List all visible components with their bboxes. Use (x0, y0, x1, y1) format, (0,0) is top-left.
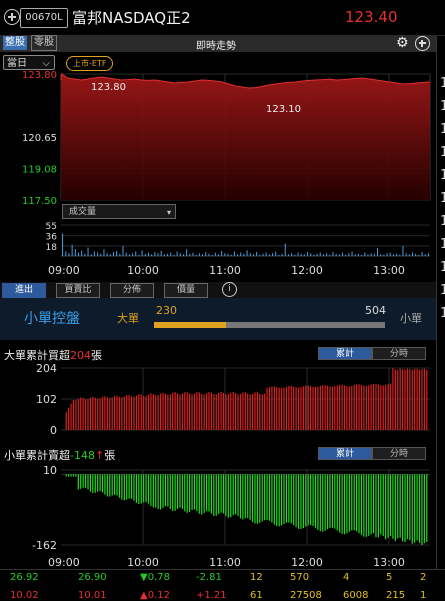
time-tick: 13:00 (373, 556, 405, 569)
time-tick: 11:00 (209, 264, 241, 277)
indicator-select[interactable]: 成交量 ▾ (62, 204, 176, 219)
quote-cell: 27508 (290, 590, 322, 601)
small-order-bars (65, 474, 428, 545)
quote-cell: 5 (386, 572, 393, 583)
edge-digit: 1 (440, 191, 445, 206)
quote-cell: 2 (420, 572, 427, 583)
quote-cell: 6008 (343, 590, 369, 601)
small-y-tick: 10 (43, 464, 57, 477)
analysis-tab-bar: 進出 買賣比 分佈 價量 i (0, 282, 445, 298)
quote-cell: 10.02 (10, 590, 39, 601)
small-order-y-ticks: 10 -162 (32, 464, 57, 552)
time-axis-bottom: 09:00 10:00 11:00 12:00 13:00 (48, 556, 405, 569)
small-y-tick: -162 (32, 539, 57, 552)
quote-cell: 26.90 (78, 572, 107, 583)
time-tick: 11:00 (209, 556, 241, 569)
edge-digit: 1 (440, 214, 445, 229)
quote-cell: ▼0.78 (140, 572, 170, 583)
edge-digit: 1 (440, 122, 445, 137)
volume-y-tick: 55 (46, 222, 57, 232)
chevron-down-icon: ▾ (166, 208, 171, 217)
tab-distribution[interactable]: 分佈 (110, 283, 154, 298)
edge-digit: 1 (440, 168, 445, 183)
tab-flow[interactable]: 進出 (2, 283, 46, 298)
time-tick: 10:00 (127, 556, 159, 569)
edge-digit: 1 (440, 76, 445, 91)
time-tick: 12:00 (291, 264, 323, 277)
tab-price-volume[interactable]: 價量 (164, 283, 208, 298)
small-order-title-text: 小單累計賣超 (4, 449, 70, 462)
ratio-bar-fill (154, 322, 227, 328)
small-order-title-unit: 張 (104, 449, 116, 462)
quote-cell: ▲0.12 (140, 590, 170, 601)
small-order-value: 504 (365, 304, 386, 317)
volume-bars (62, 233, 429, 256)
quote-cell: -2.81 (196, 572, 222, 583)
big-seg-cumulative[interactable]: 累計 (318, 347, 372, 360)
small-seg-cumulative[interactable]: 累計 (318, 447, 372, 460)
quote-cell: 12 (250, 572, 263, 583)
big-y-tick: 204 (36, 362, 57, 375)
edge-digit: 1 (440, 99, 445, 114)
edge-digit: 1 (440, 237, 445, 252)
quote-list: 26.92 26.90 ▼0.78 -2.81 12 570 4 5 2 10.02 10.01 ▲0… (0, 569, 445, 601)
indicator-select-value: 成交量 (69, 207, 97, 217)
small-seg-minute[interactable]: 分時 (372, 447, 426, 460)
small-order-label: 小單 (400, 312, 422, 325)
time-tick: 10:00 (127, 264, 159, 277)
small-order-title-value: -148 (70, 449, 95, 462)
price-y-tick: 119.08 (22, 164, 57, 175)
low-price-label: 123.10 (266, 104, 301, 115)
big-order-chart: 204 102 0 (36, 362, 430, 437)
small-order-chart: 10 -162 (32, 464, 430, 552)
price-y-tick: 123.80 (22, 70, 57, 81)
small-order-title: 小單累計賣超-148↑張 (4, 447, 115, 463)
time-tick: 13:00 (373, 264, 405, 277)
edge-digit: 1 (440, 306, 445, 321)
price-y-tick: 117.50 (22, 196, 57, 207)
quote-cell: +1.21 (196, 590, 227, 601)
big-order-title-value: 204 (70, 349, 91, 362)
big-y-tick: 0 (50, 424, 57, 437)
quote-cell: 570 (290, 572, 310, 583)
big-order-title-text: 大單累計買超 (4, 349, 70, 362)
edge-digit: 1 (440, 145, 445, 160)
big-order-label: 大單 (117, 312, 139, 325)
time-tick: 09:00 (48, 556, 80, 569)
volume-y-ticks: 553618 (46, 222, 58, 253)
quote-cell: 1 (420, 590, 427, 601)
edge-digit: 1 (440, 283, 445, 298)
quote-cell: 61 (250, 590, 263, 601)
quote-cell: 10.01 (78, 590, 107, 601)
quote-cell: 26.92 (10, 572, 39, 583)
high-price-label: 123.80 (91, 82, 126, 93)
edge-digit: 1 (440, 260, 445, 275)
price-y-ticks: 123.80 120.65 119.08 117.50 (22, 70, 57, 207)
tab-buy-sell-ratio[interactable]: 買賣比 (56, 283, 100, 298)
right-panel-edge: 1 1 1 1 1 1 1 1 1 1 1 (436, 36, 445, 569)
control-panel: 小單控盤 大單 230 504 小單 (0, 298, 445, 340)
volume-y-tick: 36 (46, 233, 58, 243)
time-tick: 09:00 (48, 264, 80, 277)
volume-chart: 553618 (46, 222, 430, 257)
up-arrow-icon: ↑ (94, 449, 105, 462)
info-icon[interactable]: i (222, 282, 237, 297)
control-title: 小單控盤 (24, 311, 80, 327)
big-order-y-ticks: 204 102 0 (36, 362, 57, 437)
quote-cell: 215 (386, 590, 406, 601)
big-order-title-unit: 張 (91, 349, 102, 362)
big-seg-minute[interactable]: 分時 (372, 347, 426, 360)
big-y-tick: 102 (36, 393, 57, 406)
time-tick: 12:00 (291, 556, 323, 569)
price-chart: 123.80 120.65 119.08 117.50 123.80 123.10 (22, 70, 431, 207)
big-order-title: 大單累計買超204張 (4, 347, 102, 363)
big-order-value: 230 (156, 304, 177, 317)
time-axis-top: 09:00 10:00 11:00 12:00 13:00 (48, 264, 405, 277)
quote-cell: 4 (343, 572, 350, 583)
volume-y-tick: 18 (46, 243, 58, 253)
price-y-tick: 120.65 (22, 133, 57, 144)
